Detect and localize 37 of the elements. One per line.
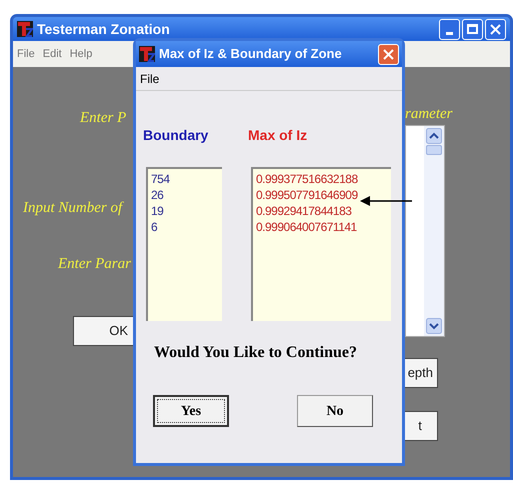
list-item[interactable]: 6 bbox=[151, 219, 158, 235]
column-heading: Boundary bbox=[143, 126, 210, 145]
dialog-button[interactable]: Yes bbox=[153, 395, 229, 427]
close-button[interactable] bbox=[378, 44, 399, 64]
scroll-up-icon[interactable] bbox=[426, 128, 442, 144]
field-label: Enter P bbox=[80, 109, 126, 128]
maximize-button[interactable] bbox=[462, 18, 483, 40]
app-logo-icon bbox=[17, 21, 33, 37]
window-title: Testerman Zonation bbox=[37, 20, 170, 38]
dialog-button[interactable]: No bbox=[297, 395, 373, 427]
menu-item[interactable]: File bbox=[17, 46, 35, 62]
menu-item[interactable]: File bbox=[140, 70, 160, 88]
scroll-bar[interactable] bbox=[424, 126, 444, 336]
list-item[interactable]: 754 bbox=[151, 171, 170, 187]
column-heading: Max of Iz bbox=[248, 126, 308, 145]
menu-item[interactable]: Help bbox=[70, 46, 92, 62]
close-button[interactable] bbox=[485, 18, 506, 40]
close-icon bbox=[490, 24, 501, 34]
close-icon bbox=[383, 48, 394, 60]
list-item[interactable]: 19 bbox=[151, 203, 164, 219]
scroll-thumb[interactable] bbox=[426, 145, 442, 155]
app-logo-icon bbox=[139, 46, 155, 62]
question-text: Would You Like to Continue? bbox=[154, 343, 358, 363]
field-label: Input Number of bbox=[23, 199, 122, 218]
list-item[interactable]: 26 bbox=[151, 187, 164, 203]
list-item[interactable]: 0.999507791646909 bbox=[256, 187, 358, 203]
field-label: rameter bbox=[405, 105, 452, 124]
scroll-down-icon[interactable] bbox=[426, 318, 442, 334]
dialog-title: Max of Iz & Boundary of Zone bbox=[159, 45, 342, 64]
pointer-arrow bbox=[360, 195, 412, 207]
minimize-button[interactable] bbox=[439, 18, 460, 40]
button[interactable]: OK bbox=[73, 316, 135, 346]
list-item[interactable]: 0.999064007671141 bbox=[256, 219, 357, 235]
field-label: Enter Parar bbox=[58, 255, 131, 274]
menu-item[interactable]: Edit bbox=[42, 46, 62, 62]
list-item[interactable]: 0.999377516632188 bbox=[256, 171, 358, 187]
list-item[interactable]: 0.99929417844183 bbox=[256, 203, 352, 219]
